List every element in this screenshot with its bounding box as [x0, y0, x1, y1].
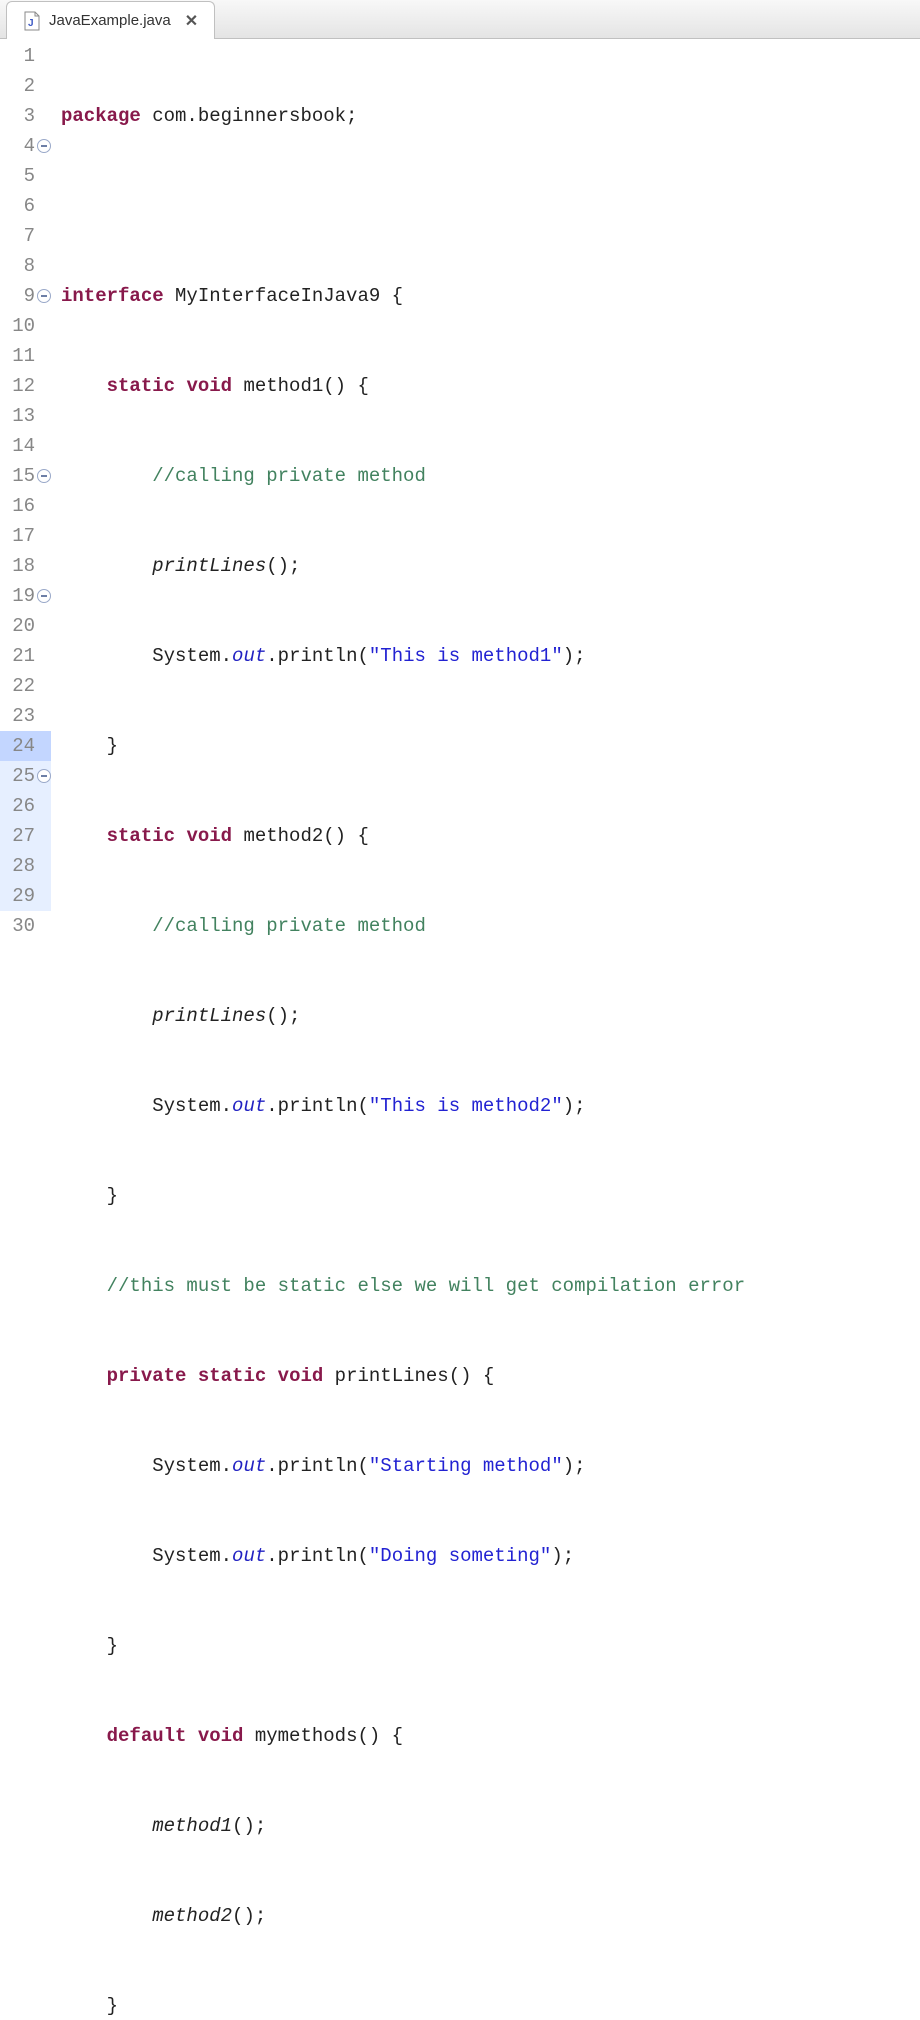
line-number: 26 [0, 791, 51, 821]
line-number: 7 [0, 221, 51, 251]
line-number: 12 [0, 371, 51, 401]
code-line: System.out.println("This is method2"); [61, 1091, 920, 1121]
code-line: interface MyInterfaceInJava9 { [61, 281, 920, 311]
code-area[interactable]: package com.beginnersbook; interface MyI… [55, 39, 920, 1010]
fold-toggle-icon[interactable] [37, 289, 51, 303]
line-number: 16 [0, 491, 51, 521]
line-number: 5 [0, 161, 51, 191]
line-number: 14 [0, 431, 51, 461]
code-line: //this must be static else we will get c… [61, 1271, 920, 1301]
code-line: //calling private method [61, 911, 920, 941]
java-file-icon: J [23, 11, 41, 31]
code-line: System.out.println("This is method1"); [61, 641, 920, 671]
line-number: 25 [0, 761, 51, 791]
line-number: 24 [0, 731, 51, 761]
svg-text:J: J [28, 18, 34, 29]
line-number: 2 [0, 71, 51, 101]
editor: 1234567891011121314151617181920212223242… [0, 39, 920, 1010]
line-number: 28 [0, 851, 51, 881]
fold-toggle-icon[interactable] [37, 589, 51, 603]
code-line: method1(); [61, 1811, 920, 1841]
line-number: 8 [0, 251, 51, 281]
line-number: 18 [0, 551, 51, 581]
code-line: static void method1() { [61, 371, 920, 401]
line-number: 9 [0, 281, 51, 311]
fold-toggle-icon[interactable] [37, 469, 51, 483]
close-icon[interactable]: ✕ [185, 11, 198, 31]
fold-toggle-icon[interactable] [37, 139, 51, 153]
code-line: static void method2() { [61, 821, 920, 851]
line-number: 15 [0, 461, 51, 491]
code-line: printLines(); [61, 551, 920, 581]
tab-label: JavaExample.java [49, 12, 171, 29]
line-number: 19 [0, 581, 51, 611]
code-line: package com.beginnersbook; [61, 101, 920, 131]
code-line: method2(); [61, 1901, 920, 1931]
line-number: 11 [0, 341, 51, 371]
code-line: } [61, 731, 920, 761]
line-number: 17 [0, 521, 51, 551]
line-number: 30 [0, 911, 51, 941]
line-number: 13 [0, 401, 51, 431]
code-line: } [61, 1991, 920, 2020]
line-number: 22 [0, 671, 51, 701]
tab-bar: J JavaExample.java ✕ [0, 0, 920, 39]
line-number: 3 [0, 101, 51, 131]
gutter: 1234567891011121314151617181920212223242… [0, 39, 55, 1010]
line-number: 1 [0, 41, 51, 71]
line-number: 23 [0, 701, 51, 731]
code-line: } [61, 1181, 920, 1211]
line-number: 29 [0, 881, 51, 911]
line-number: 27 [0, 821, 51, 851]
line-number: 4 [0, 131, 51, 161]
line-number: 21 [0, 641, 51, 671]
code-line: System.out.println("Doing someting"); [61, 1541, 920, 1571]
code-line: System.out.println("Starting method"); [61, 1451, 920, 1481]
code-line [61, 191, 920, 221]
code-line: default void mymethods() { [61, 1721, 920, 1751]
code-line: } [61, 1631, 920, 1661]
code-line: printLines(); [61, 1001, 920, 1031]
line-number: 10 [0, 311, 51, 341]
line-number: 20 [0, 611, 51, 641]
code-line: private static void printLines() { [61, 1361, 920, 1391]
tab-javaexample[interactable]: J JavaExample.java ✕ [6, 1, 215, 39]
line-number: 6 [0, 191, 51, 221]
code-line: //calling private method [61, 461, 920, 491]
fold-toggle-icon[interactable] [37, 769, 51, 783]
